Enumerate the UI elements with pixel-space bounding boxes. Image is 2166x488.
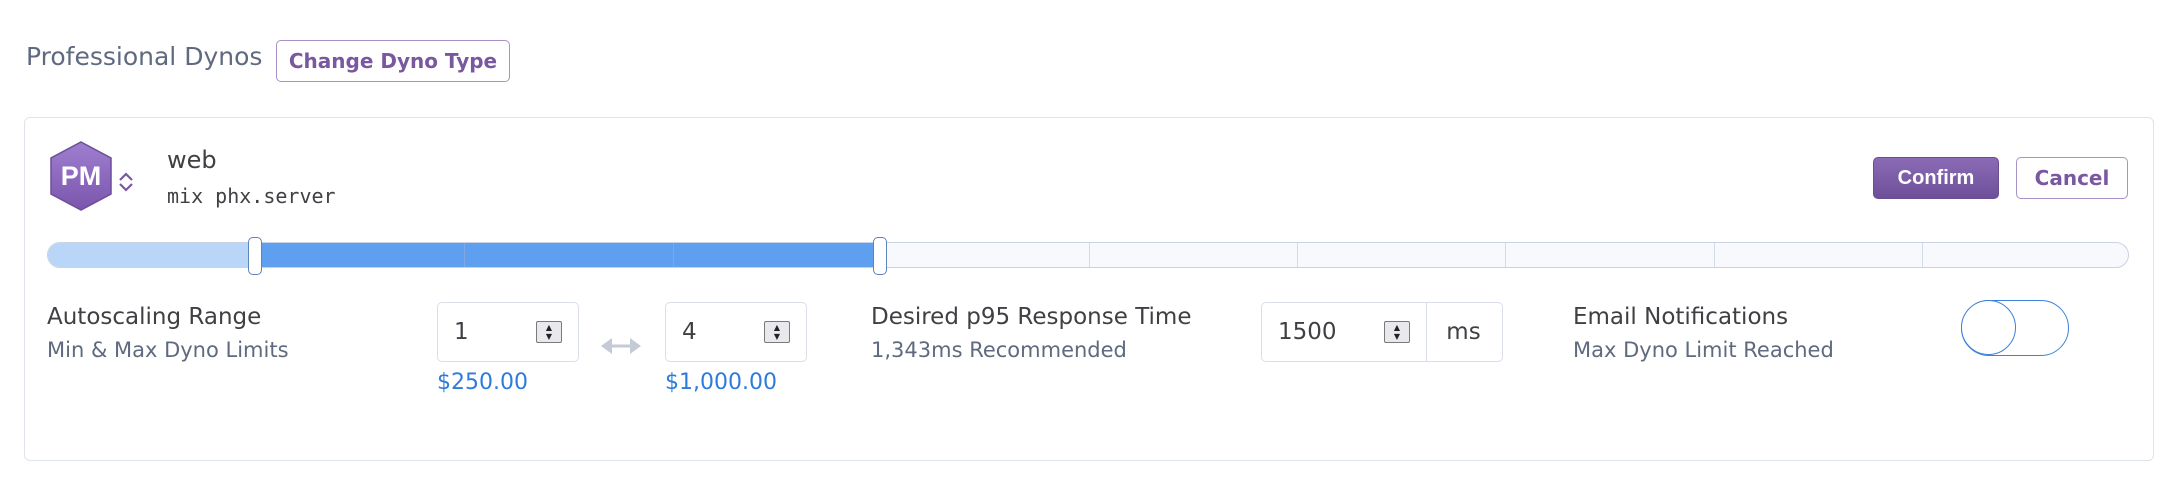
response-time-input[interactable]: 1500 ▲ ▼ <box>1261 302 1427 362</box>
slider-range-fill <box>256 243 881 267</box>
dyno-command: mix phx.server <box>167 184 336 208</box>
dyno-process-name: web <box>167 146 217 174</box>
slider-tick <box>1089 243 1090 267</box>
spinner-arrows-icon[interactable]: ▲ ▼ <box>536 321 562 343</box>
dyno-card: PM web mix phx.server Confirm Cancel Aut… <box>24 117 2154 461</box>
toggle-knob[interactable] <box>1961 300 2016 355</box>
slider-tick <box>672 243 674 267</box>
autoscaling-range-subtitle: Min & Max Dyno Limits <box>47 338 289 362</box>
spinner-arrows-icon[interactable]: ▲ ▼ <box>764 321 790 343</box>
spinner-arrows-icon[interactable]: ▲ ▼ <box>1384 321 1410 343</box>
max-price: $1,000.00 <box>665 370 777 395</box>
slider-max-handle[interactable] <box>872 237 887 275</box>
slider-below-min-fill <box>48 243 257 267</box>
max-dynos-value: 4 <box>682 319 697 345</box>
response-time-value: 1500 <box>1278 319 1337 345</box>
change-dyno-type-button[interactable]: Change Dyno Type <box>276 40 510 82</box>
slider-tick <box>1297 243 1299 267</box>
response-time-unit: ms <box>1425 302 1503 362</box>
min-dynos-value: 1 <box>454 319 469 345</box>
autoscaling-range-title: Autoscaling Range <box>47 304 262 330</box>
min-dynos-input[interactable]: 1 ▲ ▼ <box>437 302 579 362</box>
autoscaling-range-slider[interactable] <box>47 237 2129 275</box>
confirm-button[interactable]: Confirm <box>1873 157 1999 199</box>
logo-text: PM <box>61 161 102 191</box>
slider-tick <box>1921 243 1923 267</box>
double-arrow-icon <box>601 338 641 354</box>
slider-track[interactable] <box>47 242 2129 268</box>
response-time-recommendation: 1,343ms Recommended <box>871 338 1127 362</box>
slider-min-handle[interactable] <box>248 237 263 275</box>
dyno-hexagon-icon: PM <box>50 141 112 211</box>
section-title: Professional Dynos <box>26 42 263 71</box>
email-notifications-toggle[interactable] <box>1961 300 2069 356</box>
min-price: $250.00 <box>437 370 528 395</box>
email-notifications-subtitle: Max Dyno Limit Reached <box>1573 338 1834 362</box>
chevron-up-down-icon[interactable] <box>117 170 135 194</box>
email-notifications-title: Email Notifications <box>1573 304 1789 330</box>
slider-tick <box>1505 243 1507 267</box>
response-time-title: Desired p95 Response Time <box>871 304 1192 330</box>
slider-tick <box>1713 243 1715 267</box>
max-dynos-input[interactable]: 4 ▲ ▼ <box>665 302 807 362</box>
cancel-button[interactable]: Cancel <box>2016 157 2128 199</box>
slider-tick <box>464 243 466 267</box>
